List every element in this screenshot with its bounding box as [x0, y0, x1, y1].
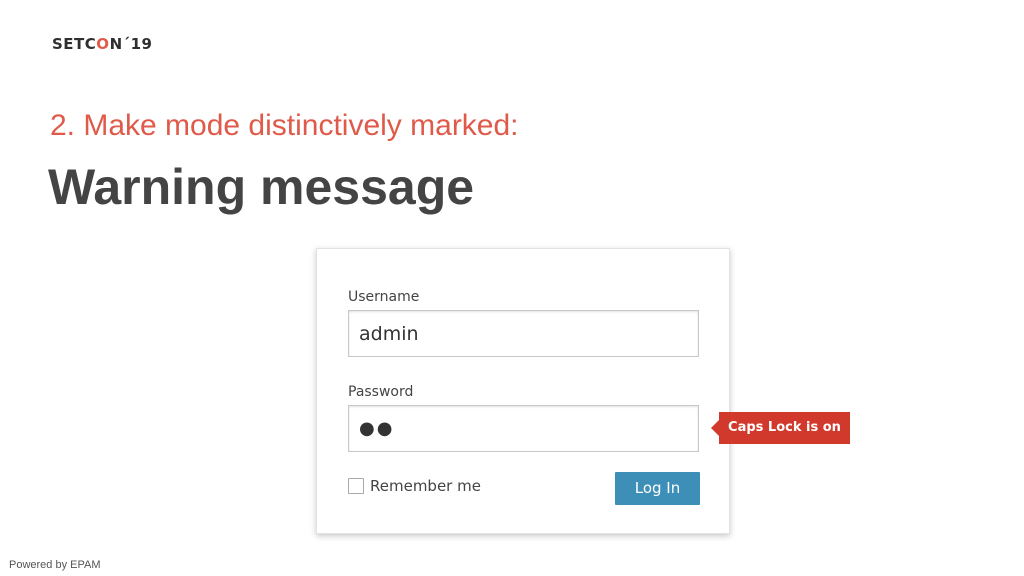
password-label: Password — [348, 384, 414, 400]
password-masked-value: ●● — [359, 418, 395, 439]
login-card: Username admin Password ●● Remember me L… — [316, 248, 730, 534]
login-button[interactable]: Log In — [615, 472, 700, 505]
username-field[interactable]: admin — [348, 310, 699, 357]
slide-subtitle: 2. Make mode distinctively marked: — [50, 109, 519, 142]
remember-me-label: Remember me — [370, 477, 481, 495]
caps-lock-warning: Caps Lock is on — [711, 412, 850, 444]
password-field[interactable]: ●● — [348, 405, 699, 452]
logo-text-n: N — [109, 35, 123, 53]
username-value: admin — [359, 322, 419, 345]
logo-text-setc: SETC — [52, 35, 97, 53]
username-label: Username — [348, 289, 420, 305]
remember-me-toggle[interactable]: Remember me — [348, 477, 481, 495]
remember-me-checkbox[interactable] — [348, 478, 364, 494]
caps-lock-warning-text: Caps Lock is on — [728, 420, 841, 435]
setcon-logo: SETCON´19 — [52, 35, 153, 53]
footer-powered-by: Powered by EPAM — [9, 559, 101, 571]
logo-text-o: O — [96, 35, 110, 53]
warning-arrow-icon — [711, 420, 719, 436]
logo-year: ´19 — [122, 35, 153, 53]
slide-title: Warning message — [48, 159, 475, 215]
